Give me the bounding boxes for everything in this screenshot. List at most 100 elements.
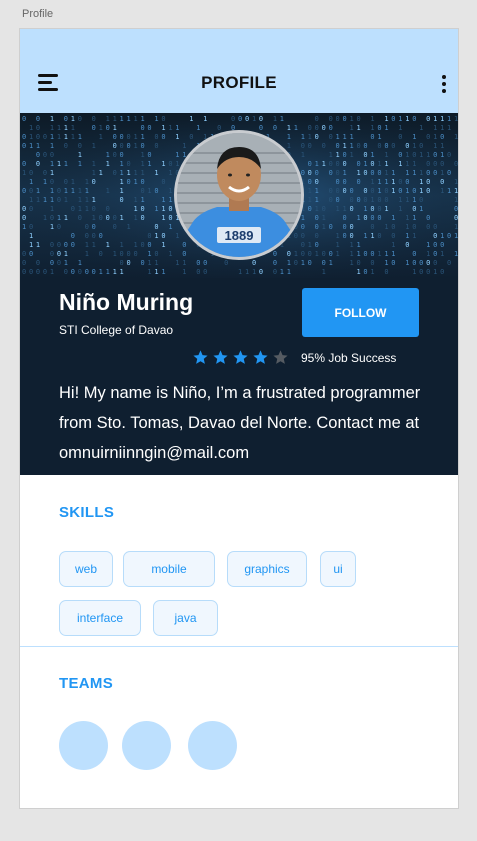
svg-text:0: 0 bbox=[189, 133, 193, 141]
skill-chip-mobile[interactable]: mobile bbox=[123, 551, 215, 587]
svg-text:1: 1 bbox=[113, 124, 117, 132]
svg-text:1: 1 bbox=[71, 133, 75, 141]
svg-text:1: 1 bbox=[50, 115, 54, 123]
svg-text:1: 1 bbox=[433, 133, 437, 141]
svg-text:0: 0 bbox=[168, 160, 172, 168]
svg-text:1: 1 bbox=[287, 259, 291, 267]
svg-text:1: 1 bbox=[36, 142, 40, 150]
svg-text:0: 0 bbox=[106, 205, 110, 213]
svg-text:0: 0 bbox=[398, 187, 402, 195]
svg-text:0: 0 bbox=[106, 214, 110, 222]
svg-text:0: 0 bbox=[308, 259, 312, 267]
svg-text:0: 0 bbox=[356, 178, 360, 186]
svg-text:1: 1 bbox=[113, 250, 117, 258]
svg-text:1: 1 bbox=[370, 196, 374, 204]
skill-chip-interface[interactable]: interface bbox=[59, 600, 141, 636]
svg-text:1: 1 bbox=[50, 133, 54, 141]
svg-text:0: 0 bbox=[343, 178, 347, 186]
svg-text:0: 0 bbox=[343, 160, 347, 168]
svg-text:1: 1 bbox=[78, 205, 82, 213]
svg-text:0: 0 bbox=[308, 160, 312, 168]
svg-text:1: 1 bbox=[454, 250, 458, 258]
svg-text:1: 1 bbox=[391, 187, 395, 195]
svg-text:0: 0 bbox=[315, 241, 319, 249]
svg-text:0: 0 bbox=[29, 268, 33, 276]
svg-text:1: 1 bbox=[447, 115, 451, 123]
skill-chip-ui[interactable]: ui bbox=[320, 551, 356, 587]
svg-text:1: 1 bbox=[349, 151, 353, 159]
svg-text:1: 1 bbox=[133, 142, 137, 150]
svg-text:1: 1 bbox=[50, 205, 54, 213]
svg-text:1: 1 bbox=[419, 169, 423, 177]
svg-text:1: 1 bbox=[78, 187, 82, 195]
team-avatar[interactable] bbox=[59, 721, 108, 770]
svg-text:1: 1 bbox=[322, 160, 326, 168]
svg-text:0: 0 bbox=[454, 205, 458, 213]
svg-text:1: 1 bbox=[50, 160, 54, 168]
svg-text:0: 0 bbox=[377, 205, 381, 213]
svg-text:1: 1 bbox=[36, 241, 40, 249]
star-filled-icon bbox=[233, 350, 248, 364]
skill-chip-java[interactable]: java bbox=[153, 600, 218, 636]
svg-text:0: 0 bbox=[36, 151, 40, 159]
svg-text:0: 0 bbox=[329, 187, 333, 195]
svg-text:1: 1 bbox=[175, 124, 179, 132]
svg-text:1: 1 bbox=[154, 169, 158, 177]
svg-text:1: 1 bbox=[377, 160, 381, 168]
svg-text:1: 1 bbox=[154, 115, 158, 123]
svg-text:1: 1 bbox=[161, 205, 165, 213]
svg-text:0: 0 bbox=[29, 187, 33, 195]
svg-text:0: 0 bbox=[203, 268, 207, 276]
svg-text:1: 1 bbox=[161, 241, 165, 249]
svg-text:0: 0 bbox=[287, 250, 291, 258]
svg-text:1: 1 bbox=[113, 115, 117, 123]
svg-text:0: 0 bbox=[224, 259, 228, 267]
svg-text:1: 1 bbox=[308, 133, 312, 141]
svg-text:0: 0 bbox=[329, 196, 333, 204]
svg-text:0: 0 bbox=[454, 160, 458, 168]
more-vertical-icon[interactable] bbox=[440, 73, 448, 95]
svg-text:1: 1 bbox=[405, 259, 409, 267]
svg-text:1: 1 bbox=[120, 115, 124, 123]
svg-text:0: 0 bbox=[419, 196, 423, 204]
svg-text:0: 0 bbox=[356, 142, 360, 150]
svg-text:0: 0 bbox=[29, 205, 33, 213]
svg-text:0: 0 bbox=[405, 178, 409, 186]
svg-text:0: 0 bbox=[412, 205, 416, 213]
svg-text:1: 1 bbox=[370, 151, 374, 159]
svg-text:0: 0 bbox=[349, 205, 353, 213]
svg-text:1: 1 bbox=[384, 223, 388, 231]
svg-text:0: 0 bbox=[329, 250, 333, 258]
svg-text:0: 0 bbox=[92, 124, 96, 132]
skill-chip-graphics[interactable]: graphics bbox=[227, 551, 307, 587]
team-avatar[interactable] bbox=[188, 721, 237, 770]
svg-text:0: 0 bbox=[22, 214, 26, 222]
svg-text:1: 1 bbox=[147, 160, 151, 168]
svg-text:1: 1 bbox=[412, 214, 416, 222]
svg-text:0: 0 bbox=[22, 250, 26, 258]
svg-text:0: 0 bbox=[147, 241, 151, 249]
svg-text:1: 1 bbox=[433, 268, 437, 276]
svg-text:0: 0 bbox=[447, 232, 451, 240]
svg-text:1: 1 bbox=[29, 196, 33, 204]
svg-text:0: 0 bbox=[315, 169, 319, 177]
skill-chip-web[interactable]: web bbox=[59, 551, 113, 587]
follow-button[interactable]: FOLLOW bbox=[302, 288, 419, 337]
team-avatar[interactable] bbox=[122, 721, 171, 770]
svg-text:0: 0 bbox=[384, 268, 388, 276]
svg-text:0: 0 bbox=[85, 232, 89, 240]
avatar: 1889 bbox=[174, 130, 304, 260]
svg-text:1: 1 bbox=[349, 250, 353, 258]
svg-text:1: 1 bbox=[36, 187, 40, 195]
svg-text:1: 1 bbox=[92, 241, 96, 249]
svg-text:0: 0 bbox=[447, 151, 451, 159]
app-bar: PROFILE bbox=[20, 29, 458, 113]
svg-text:0: 0 bbox=[147, 124, 151, 132]
svg-text:1: 1 bbox=[71, 115, 75, 123]
svg-text:0: 0 bbox=[322, 124, 326, 132]
svg-text:0: 0 bbox=[370, 205, 374, 213]
svg-text:0: 0 bbox=[231, 115, 235, 123]
svg-text:0: 0 bbox=[363, 250, 367, 258]
svg-text:0: 0 bbox=[64, 142, 68, 150]
svg-text:1: 1 bbox=[398, 115, 402, 123]
